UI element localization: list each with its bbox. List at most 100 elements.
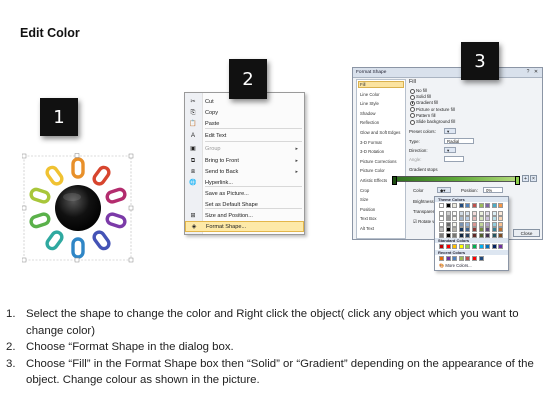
color-swatch[interactable]	[439, 221, 444, 227]
fill-option-label[interactable]: No fill	[416, 88, 427, 93]
fill-option-label[interactable]: Picture or texture fill	[416, 107, 455, 112]
fill-option-radio[interactable]	[410, 113, 415, 119]
angle-field[interactable]	[444, 156, 464, 162]
color-swatch[interactable]	[498, 210, 504, 216]
color-swatch[interactable]	[478, 256, 484, 261]
color-swatch[interactable]	[491, 244, 497, 249]
nav-item-3-d-format[interactable]: 3-D Format	[360, 140, 382, 145]
selection-handle[interactable]	[74, 153, 80, 158]
color-swatch[interactable]	[472, 221, 477, 227]
color-swatch[interactable]	[465, 227, 471, 232]
color-swatch[interactable]	[458, 232, 464, 238]
dialog-title-bar[interactable]: Format Shape ? ✕	[353, 68, 542, 78]
nav-item-glow-and-soft-edges[interactable]: Glow and Soft Edges	[360, 130, 400, 135]
color-swatch[interactable]	[458, 221, 464, 227]
color-swatch[interactable]	[458, 210, 464, 216]
color-swatch[interactable]	[491, 227, 497, 232]
color-swatch[interactable]	[478, 227, 484, 232]
menu-item-edit-text[interactable]: A Edit Text	[185, 130, 304, 141]
color-swatch[interactable]	[452, 244, 458, 249]
menu-item-format-shape[interactable]: ◈ Format Shape...	[185, 221, 304, 232]
color-swatch[interactable]	[498, 227, 504, 232]
color-swatch[interactable]	[472, 232, 477, 238]
help-icon[interactable]: ?	[525, 69, 531, 75]
color-swatch[interactable]	[498, 203, 504, 208]
color-swatch[interactable]	[452, 203, 458, 208]
fill-option-radio[interactable]	[410, 94, 415, 100]
remove-stop-icon[interactable]: ×	[530, 175, 537, 182]
selection-handle[interactable]	[22, 153, 27, 159]
menu-item-send-to-back[interactable]: ⧈ Send to Back ▸	[185, 166, 304, 177]
color-swatch[interactable]	[472, 227, 477, 232]
color-swatch[interactable]	[478, 232, 484, 238]
nav-item-artistic-effects[interactable]: Artistic Effects	[360, 178, 387, 183]
selection-handle[interactable]	[128, 205, 134, 211]
menu-item-group[interactable]: ▣ Group ▸	[185, 143, 304, 154]
nav-item-fill[interactable]: Fill	[360, 82, 366, 87]
nav-item-size[interactable]: Size	[360, 197, 368, 202]
color-swatch[interactable]	[445, 210, 451, 216]
fill-option-label[interactable]: Slide background fill	[416, 119, 455, 124]
nav-item-line-color[interactable]: Line Color	[360, 92, 380, 97]
fill-option-radio[interactable]	[410, 100, 415, 106]
color-swatch[interactable]	[452, 227, 458, 232]
close-button[interactable]: Close	[513, 229, 540, 237]
color-swatch[interactable]	[465, 232, 471, 238]
color-swatch[interactable]	[498, 221, 504, 227]
menu-item-size-and-position[interactable]: ⊞ Size and Position...	[185, 210, 304, 221]
color-swatch[interactable]	[491, 232, 497, 238]
color-swatch[interactable]	[472, 203, 477, 208]
nav-item-position[interactable]: Position	[360, 207, 375, 212]
color-swatch[interactable]	[445, 256, 451, 261]
color-swatch[interactable]	[478, 244, 484, 249]
color-swatch[interactable]	[498, 244, 504, 249]
preset-colors-dropdown[interactable]: ▾	[444, 128, 456, 134]
nav-item-3-d-rotation[interactable]: 3-D Rotation	[360, 149, 384, 154]
color-swatch[interactable]	[439, 232, 444, 238]
nav-item-reflection[interactable]: Reflection	[360, 120, 379, 125]
color-swatch[interactable]	[452, 232, 458, 238]
add-stop-icon[interactable]: +	[522, 175, 529, 182]
nav-item-shadow[interactable]: Shadow	[360, 111, 376, 116]
color-swatch[interactable]	[445, 227, 451, 232]
checkbox-icon[interactable]: ☑	[413, 219, 417, 224]
color-swatch[interactable]	[478, 210, 484, 216]
nav-item-crop[interactable]: Crop	[360, 188, 369, 193]
color-swatch[interactable]	[445, 216, 451, 221]
color-swatch[interactable]	[439, 203, 444, 208]
color-swatch[interactable]	[485, 210, 491, 216]
color-swatch[interactable]	[439, 227, 444, 232]
color-swatch[interactable]	[452, 216, 458, 221]
nav-item-line-style[interactable]: Line Style	[360, 101, 379, 106]
fill-option-radio[interactable]	[410, 88, 415, 94]
color-swatch[interactable]	[485, 203, 491, 208]
fill-option-radio[interactable]	[410, 107, 415, 113]
menu-item-bring-to-front[interactable]: ⧉ Bring to Front ▸	[185, 155, 304, 166]
color-swatch[interactable]	[452, 210, 458, 216]
color-swatch[interactable]	[465, 221, 471, 227]
color-swatch[interactable]	[491, 216, 497, 221]
color-swatch[interactable]	[465, 256, 471, 261]
nav-item-alt-text[interactable]: Alt Text	[360, 226, 374, 231]
color-swatch[interactable]	[491, 221, 497, 227]
color-swatch[interactable]	[485, 216, 491, 221]
color-swatch[interactable]	[485, 227, 491, 232]
color-swatch[interactable]	[485, 232, 491, 238]
gradient-stop-handle[interactable]	[392, 176, 397, 185]
fill-option-label[interactable]: Gradient fill	[416, 100, 438, 105]
direction-dropdown[interactable]: ▾	[444, 147, 456, 153]
color-swatch[interactable]	[439, 256, 444, 261]
menu-item-save-as-picture[interactable]: Save as Picture...	[185, 188, 304, 199]
color-swatch[interactable]	[445, 221, 451, 227]
selection-handle[interactable]	[128, 153, 134, 159]
nav-item-picture-corrections[interactable]: Picture Corrections	[360, 159, 397, 164]
color-swatch[interactable]	[491, 210, 497, 216]
chain-ring-shape[interactable]	[22, 152, 134, 264]
color-swatch[interactable]	[452, 256, 458, 261]
color-swatch[interactable]	[485, 221, 491, 227]
color-swatch[interactable]	[458, 244, 464, 249]
color-swatch[interactable]	[458, 203, 464, 208]
color-swatch[interactable]	[491, 203, 497, 208]
color-swatch[interactable]	[439, 210, 444, 216]
color-swatch[interactable]	[465, 210, 471, 216]
